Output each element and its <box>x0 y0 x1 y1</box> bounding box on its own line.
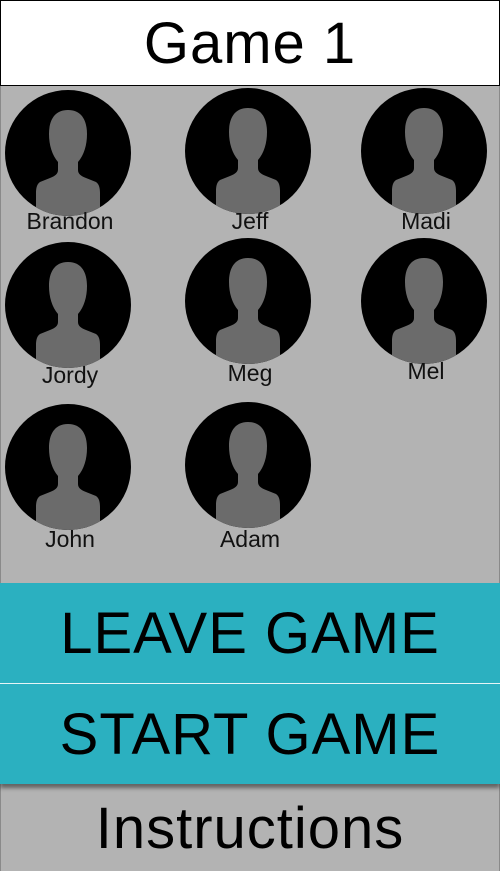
player-name: Jordy <box>41 362 99 388</box>
page-title: Game 1 <box>143 10 357 76</box>
player-name: Adam <box>219 526 281 552</box>
player-name: Jeff <box>231 208 269 234</box>
start-game-button[interactable]: START GAME <box>0 684 500 784</box>
person-silhouette-icon <box>185 238 311 364</box>
game-title-bar: Game 1 <box>0 0 500 86</box>
player-name: John <box>45 526 95 552</box>
player-card[interactable]: Meg <box>185 238 315 398</box>
person-silhouette-icon <box>185 402 311 528</box>
player-card[interactable]: Adam <box>185 402 315 562</box>
instructions-label: Instructions <box>95 796 405 861</box>
player-name: Brandon <box>26 208 114 234</box>
player-name: Meg <box>227 360 273 386</box>
start-game-label: START GAME <box>59 701 441 767</box>
player-name: Mel <box>407 358 445 384</box>
instructions-button[interactable]: Instructions <box>0 786 500 871</box>
player-card[interactable]: Brandon <box>5 90 135 250</box>
player-card[interactable]: John <box>5 404 135 564</box>
player-card[interactable]: Madi <box>361 88 491 248</box>
person-silhouette-icon <box>185 88 311 214</box>
person-silhouette-icon <box>5 242 131 368</box>
player-card[interactable]: Mel <box>361 238 491 398</box>
person-silhouette-icon <box>5 90 131 216</box>
player-name: Madi <box>401 208 451 234</box>
leave-game-button[interactable]: LEAVE GAME <box>0 583 500 683</box>
leave-game-label: LEAVE GAME <box>60 600 440 666</box>
person-silhouette-icon <box>361 238 487 364</box>
person-silhouette-icon <box>361 88 487 214</box>
player-card[interactable]: Jeff <box>185 88 315 248</box>
person-silhouette-icon <box>5 404 131 530</box>
player-card[interactable]: Jordy <box>5 242 135 402</box>
